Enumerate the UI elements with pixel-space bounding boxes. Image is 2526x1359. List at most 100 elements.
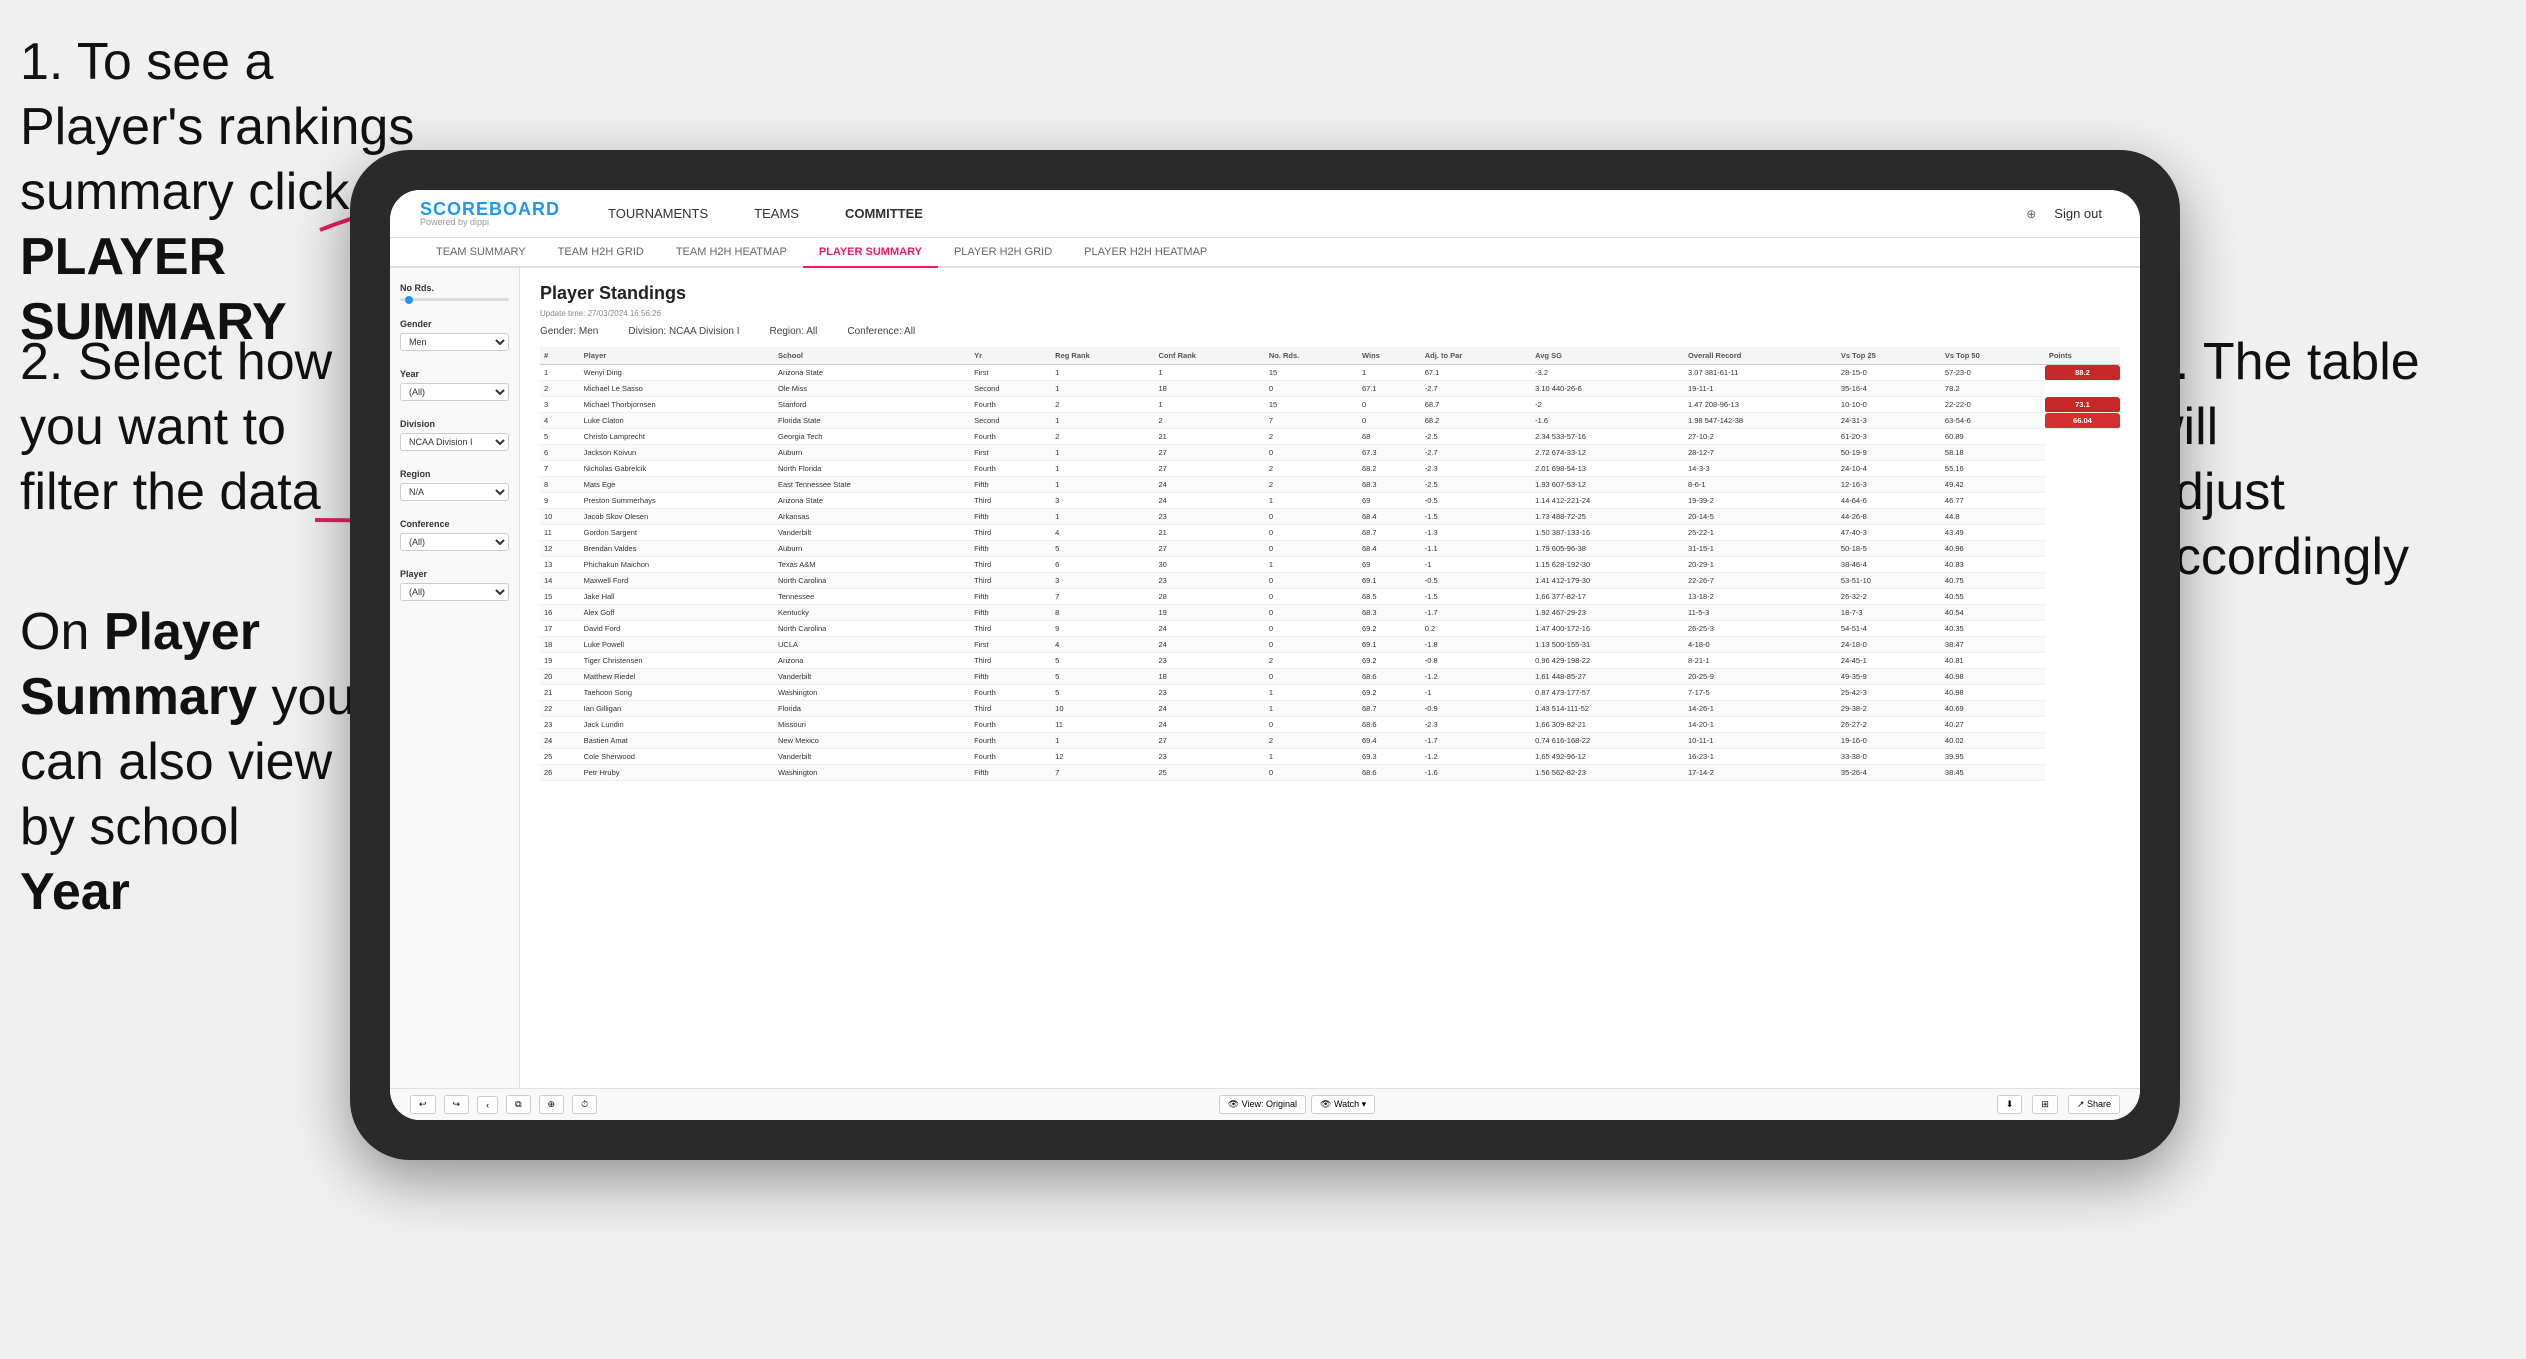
filter-division: Division: NCAA Division I bbox=[628, 326, 739, 337]
no-rds-slider[interactable] bbox=[400, 298, 509, 301]
conference-select[interactable]: (All) bbox=[400, 533, 509, 551]
table-row: 22Ian GilliganFloridaThird1024168.7-0.91… bbox=[540, 701, 2120, 717]
instruction-bottom: On Player Summary you can also view by s… bbox=[20, 600, 360, 925]
sub-nav: TEAM SUMMARY TEAM H2H GRID TEAM H2H HEAT… bbox=[390, 238, 2140, 268]
sign-out-link[interactable]: Sign out bbox=[2046, 202, 2110, 225]
app-header: SCOREBOARD Powered by dippi TOURNAMENTS … bbox=[390, 190, 2140, 238]
table-row: 15Jake HallTennesseeFifth728068.5-1.51.6… bbox=[540, 589, 2120, 605]
table-row: 6Jackson KoivunAuburnFirst127067.3-2.72.… bbox=[540, 445, 2120, 461]
table-row: 25Cole SherwoodVanderbiltFourth1223169.3… bbox=[540, 749, 2120, 765]
header-right: ⊕ Sign out bbox=[2026, 202, 2110, 225]
col-conf-rank: Conf Rank bbox=[1154, 347, 1264, 365]
table-row: 21Taehoon SongWashingtonFourth523169.2-1… bbox=[540, 685, 2120, 701]
division-select[interactable]: NCAA Division I bbox=[400, 433, 509, 451]
division-section: Division NCAA Division I bbox=[400, 419, 509, 451]
subnav-player-summary[interactable]: PLAYER SUMMARY bbox=[803, 238, 938, 268]
subnav-team-h2h-heatmap[interactable]: TEAM H2H HEATMAP bbox=[660, 238, 803, 268]
instruction-step2: 2. Select how you want to filter the dat… bbox=[20, 330, 340, 525]
table-row: 3Michael ThorbjornsenStanfordFourth21150… bbox=[540, 397, 2120, 413]
table-row: 12Brendan ValdesAuburnFifth527068.4-1.11… bbox=[540, 541, 2120, 557]
subnav-team-summary[interactable]: TEAM SUMMARY bbox=[420, 238, 542, 268]
nav-teams[interactable]: TEAMS bbox=[746, 202, 807, 225]
filter-gender: Gender: Men bbox=[540, 326, 598, 337]
nav-committee[interactable]: COMMITTEE bbox=[837, 202, 931, 225]
sidebar: No Rds. Gender Men Year (All) bbox=[390, 268, 520, 1088]
year-section: Year (All) bbox=[400, 369, 509, 401]
paste-button[interactable]: ⊕ bbox=[539, 1095, 565, 1114]
watch-button[interactable]: 👁 Watch ▾ bbox=[1311, 1095, 1375, 1114]
tablet: SCOREBOARD Powered by dippi TOURNAMENTS … bbox=[350, 150, 2180, 1160]
col-wins: Wins bbox=[1358, 347, 1421, 365]
back-button[interactable]: ‹ bbox=[477, 1096, 498, 1114]
col-school: School bbox=[774, 347, 970, 365]
col-vs-top50: Vs Top 50 bbox=[1941, 347, 2045, 365]
subnav-player-h2h-grid[interactable]: PLAYER H2H GRID bbox=[938, 238, 1068, 268]
table-row: 1Wenyi DingArizona StateFirst1115167.1-3… bbox=[540, 365, 2120, 381]
copy-button[interactable]: ⧉ bbox=[506, 1095, 530, 1114]
table-row: 24Bastien AmatNew MexicoFourth127269.4-1… bbox=[540, 733, 2120, 749]
undo-button[interactable]: ↩ bbox=[410, 1095, 436, 1114]
table-row: 16Alex GoffKentuckyFifth819068.3-1.71.92… bbox=[540, 605, 2120, 621]
subnav-player-h2h-heatmap[interactable]: PLAYER H2H HEATMAP bbox=[1068, 238, 1223, 268]
share-button[interactable]: ↗ Share bbox=[2068, 1095, 2120, 1114]
year-select[interactable]: (All) bbox=[400, 383, 509, 401]
filter-conference: Conference: All bbox=[847, 326, 915, 337]
col-overall-record: Overall Record bbox=[1684, 347, 1837, 365]
toolbar-center: 👁 View: Original 👁 Watch ▾ bbox=[1219, 1095, 1375, 1114]
table-header-row: # Player School Yr Reg Rank Conf Rank No… bbox=[540, 347, 2120, 365]
header-icon: ⊕ bbox=[2026, 207, 2036, 221]
col-num: # bbox=[540, 347, 580, 365]
conference-section: Conference (All) bbox=[400, 519, 509, 551]
filters-row: Gender: Men Division: NCAA Division I Re… bbox=[540, 326, 2120, 337]
subnav-team-h2h-grid[interactable]: TEAM H2H GRID bbox=[542, 238, 660, 268]
table-row: 4Luke ClatonFlorida StateSecond127068.2-… bbox=[540, 413, 2120, 429]
toolbar-right: ⬇ ⊞ ↗ Share bbox=[1997, 1095, 2120, 1114]
table-row: 23Jack LundinMissouriFourth1124068.6-2.3… bbox=[540, 717, 2120, 733]
col-yr: Yr bbox=[970, 347, 1051, 365]
table-row: 5Christo LamprechtGeorgia TechFourth2212… bbox=[540, 429, 2120, 445]
table-row: 14Maxwell FordNorth CarolinaThird323069.… bbox=[540, 573, 2120, 589]
grid-button[interactable]: ⊞ bbox=[2032, 1095, 2058, 1114]
table-row: 26Petr HrubyWashingtonFifth725068.6-1.61… bbox=[540, 765, 2120, 781]
player-select[interactable]: (All) bbox=[400, 583, 509, 601]
tablet-screen: SCOREBOARD Powered by dippi TOURNAMENTS … bbox=[390, 190, 2140, 1120]
table-row: 18Luke PowellUCLAFirst424069.1-1.81.13 5… bbox=[540, 637, 2120, 653]
download-button[interactable]: ⬇ bbox=[1997, 1095, 2023, 1114]
table-area: Player Standings Update time: 27/03/2024… bbox=[520, 268, 2140, 1088]
col-points: Points bbox=[2045, 347, 2120, 365]
logo-text: SCOREBOARD bbox=[420, 200, 560, 218]
main-nav: TOURNAMENTS TEAMS COMMITTEE bbox=[600, 202, 1986, 225]
table-row: 17David FordNorth CarolinaThird924069.20… bbox=[540, 621, 2120, 637]
watch-chevron: ▾ bbox=[1362, 1099, 1367, 1109]
gender-select[interactable]: Men bbox=[400, 333, 509, 351]
main-content: No Rds. Gender Men Year (All) bbox=[390, 268, 2140, 1088]
logo-area: SCOREBOARD Powered by dippi bbox=[420, 200, 560, 227]
redo-button[interactable]: ↪ bbox=[444, 1095, 470, 1114]
col-avg-sg: Avg SG bbox=[1531, 347, 1684, 365]
player-section: Player (All) bbox=[400, 569, 509, 601]
col-reg-rank: Reg Rank bbox=[1051, 347, 1154, 365]
no-rds-section: No Rds. bbox=[400, 283, 509, 301]
view-button[interactable]: 👁 View: Original bbox=[1219, 1095, 1306, 1114]
col-vs-top25: Vs Top 25 bbox=[1837, 347, 1941, 365]
table-row: 8Mats EgeEast Tennessee StateFifth124268… bbox=[540, 477, 2120, 493]
region-select[interactable]: N/A bbox=[400, 483, 509, 501]
share-icon: ↗ bbox=[2077, 1099, 2085, 1109]
watch-icon: 👁 bbox=[1320, 1099, 1331, 1109]
nav-tournaments[interactable]: TOURNAMENTS bbox=[600, 202, 716, 225]
table-row: 2Michael Le SassoOle MissSecond118067.1-… bbox=[540, 381, 2120, 397]
col-player: Player bbox=[580, 347, 774, 365]
table-row: 20Matthew RiedelVanderbiltFifth518068.6-… bbox=[540, 669, 2120, 685]
clock-button[interactable]: ⏱ bbox=[572, 1095, 597, 1114]
table-row: 11Gordon SargentVanderbiltThird421068.7-… bbox=[540, 525, 2120, 541]
gender-section: Gender Men bbox=[400, 319, 509, 351]
filter-region: Region: All bbox=[770, 326, 818, 337]
table-row: 9Preston SummerhaysArizona StateThird324… bbox=[540, 493, 2120, 509]
logo-subtitle: Powered by dippi bbox=[420, 218, 560, 227]
standings-table: # Player School Yr Reg Rank Conf Rank No… bbox=[540, 347, 2120, 781]
col-no-rds: No. Rds. bbox=[1265, 347, 1358, 365]
eye-icon: 👁 bbox=[1228, 1099, 1239, 1109]
page-title: Player Standings bbox=[540, 283, 2120, 304]
col-adj-to-par: Adj. to Par bbox=[1421, 347, 1531, 365]
region-section: Region N/A bbox=[400, 469, 509, 501]
